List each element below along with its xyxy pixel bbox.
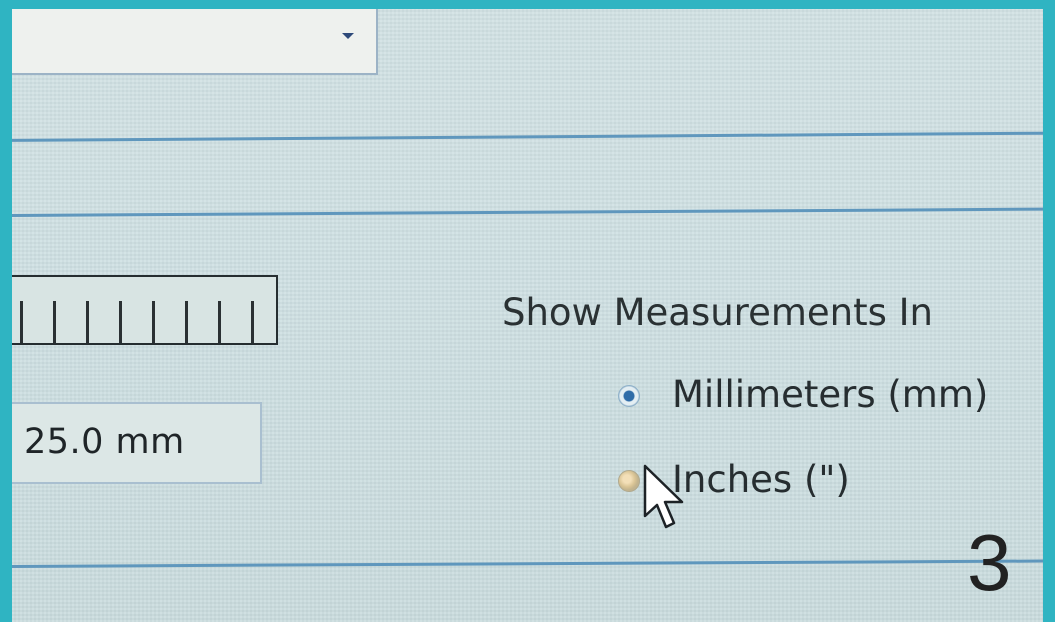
ruler-tick [185, 301, 188, 343]
option-label: Millimeters (mm) [672, 373, 989, 416]
ruler-tick [86, 301, 89, 343]
section-divider [12, 207, 1043, 217]
chevron-down-icon[interactable] [342, 33, 354, 39]
radio-selected-icon[interactable] [618, 385, 640, 407]
section-divider [12, 559, 1043, 568]
dropdown-select[interactable] [12, 9, 378, 75]
measurements-heading: Show Measurements In [502, 291, 934, 334]
size-value: 25.0 mm [24, 422, 185, 462]
size-input[interactable]: 25.0 mm [12, 402, 262, 484]
step-number: 3 [967, 518, 1012, 607]
option-label: Inches (") [672, 458, 850, 501]
radio-unselected-icon[interactable] [618, 470, 640, 492]
ruler-tick [218, 301, 221, 343]
ruler-tick [119, 301, 122, 343]
ruler-preview [12, 275, 278, 345]
ruler-tick [251, 301, 254, 343]
ruler-tick [20, 301, 23, 343]
ruler-tick [152, 301, 155, 343]
section-divider [12, 131, 1043, 142]
option-millimeters[interactable]: Millimeters (mm) [618, 373, 1018, 431]
ruler-tick [53, 301, 56, 343]
settings-panel: 25.0 mm Show Measurements In Millimeters… [12, 9, 1043, 622]
mouse-pointer-icon [643, 464, 684, 529]
